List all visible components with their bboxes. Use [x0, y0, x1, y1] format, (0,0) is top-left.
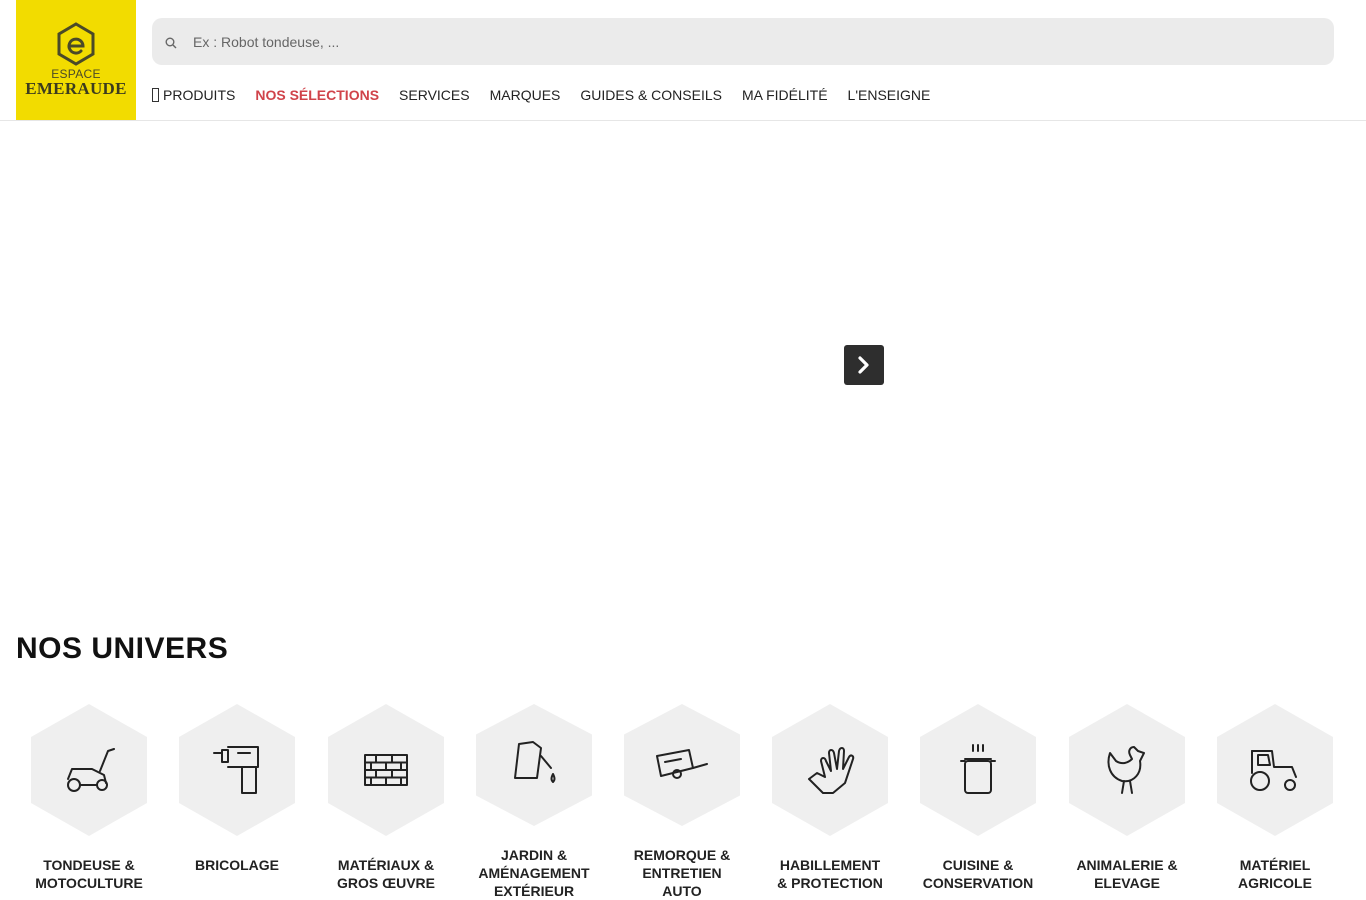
main-nav: PRODUITS NOS SÉLECTIONS SERVICES MARQUES…: [152, 85, 950, 105]
nav-item-enseigne[interactable]: L'ENSEIGNE: [848, 87, 931, 103]
label-line: & PROTECTION: [777, 875, 883, 891]
espace-emeraude-logo-icon: [57, 22, 95, 66]
label-line: JARDIN &: [500, 847, 568, 863]
search-bar: [152, 18, 1334, 65]
logo-text-emeraude: EMERAUDE: [25, 79, 127, 98]
hexagon-tile: [328, 704, 444, 836]
univers-label: CUISINE & CONSERVATION: [904, 856, 1052, 892]
nav-item-label: GUIDES & CONSEILS: [580, 87, 722, 103]
label-line: AMÉNAGEMENT: [478, 865, 590, 881]
label-line: ENTRETIEN: [642, 865, 722, 881]
hexagon-tile: [1217, 704, 1333, 836]
cooking-pot-icon: [960, 744, 996, 794]
logo[interactable]: ESPACE EMERAUDE: [16, 0, 136, 120]
univers-label: MATÉRIEL AGRICOLE: [1201, 856, 1349, 892]
hexagon-tile: [179, 704, 295, 836]
label-line: AUTO: [662, 883, 702, 899]
tractor-icon: [1250, 750, 1297, 791]
hexagon-tile: [476, 704, 592, 826]
univers-item-tondeuse[interactable]: TONDEUSE & MOTOCULTURE: [15, 704, 163, 900]
univers-label: JARDIN & AMÉNAGEMENT EXTÉRIEUR: [460, 846, 608, 900]
slider-next-button[interactable]: [844, 345, 884, 385]
label-line: ELEVAGE: [1094, 875, 1160, 891]
hexagon-tile: [31, 704, 147, 836]
label-line: MATÉRIAUX &: [337, 857, 435, 873]
label-line: BRICOLAGE: [195, 857, 279, 873]
nav-item-services[interactable]: SERVICES: [399, 87, 470, 103]
label-line: HABILLEMENT: [779, 857, 881, 873]
lawnmower-icon: [67, 748, 115, 792]
univers-item-cuisine[interactable]: CUISINE & CONSERVATION: [904, 704, 1052, 900]
label-line: CONSERVATION: [922, 875, 1034, 891]
label-line: AGRICOLE: [1238, 875, 1312, 891]
site-header: ESPACE EMERAUDE PRODUITS NOS SÉLECTIONS …: [0, 0, 1366, 121]
search-input[interactable]: [193, 26, 1293, 57]
menu-icon: [152, 88, 159, 102]
hen-icon: [1107, 746, 1145, 794]
nav-item-label: PRODUITS: [163, 87, 236, 103]
label-line: MATÉRIEL: [1239, 857, 1311, 873]
univers-item-materiel-agricole[interactable]: MATÉRIEL AGRICOLE: [1201, 704, 1349, 900]
nav-item-label: NOS SÉLECTIONS: [255, 87, 380, 103]
univers-label: REMORQUE & ENTRETIEN AUTO: [608, 846, 756, 900]
hexagon-tile: [1069, 704, 1185, 836]
nav-item-label: MARQUES: [489, 87, 561, 103]
nav-item-guides-conseils[interactable]: GUIDES & CONSEILS: [580, 87, 722, 103]
section-title: NOS UNIVERS: [16, 632, 229, 665]
univers-label: TONDEUSE & MOTOCULTURE: [15, 856, 163, 892]
label-line: EXTÉRIEUR: [493, 883, 575, 899]
univers-item-animalerie[interactable]: ANIMALERIE & ELEVAGE: [1053, 704, 1201, 900]
bricks-icon: [364, 754, 408, 786]
univers-label: HABILLEMENT & PROTECTION: [756, 856, 904, 892]
nav-item-ma-fidelite[interactable]: MA FIDÉLITÉ: [742, 87, 828, 103]
trailer-icon: [656, 749, 708, 779]
univers-item-bricolage[interactable]: BRICOLAGE: [163, 704, 311, 900]
label-line: ANIMALERIE &: [1076, 857, 1178, 873]
univers-label: MATÉRIAUX & GROS ŒUVRE: [312, 856, 460, 892]
nav-item-marques[interactable]: MARQUES: [490, 87, 561, 103]
hexagon-tile: [772, 704, 888, 836]
nav-item-produits[interactable]: PRODUITS: [152, 87, 235, 103]
univers-item-materiaux[interactable]: MATÉRIAUX & GROS ŒUVRE: [312, 704, 460, 900]
nav-item-label: L'ENSEIGNE: [847, 87, 931, 103]
drill-icon: [213, 746, 259, 794]
hexagon-tile: [624, 704, 740, 826]
label-line: TONDEUSE &: [43, 857, 135, 873]
hexagon-tile: [920, 704, 1036, 836]
nav-item-label: MA FIDÉLITÉ: [741, 87, 828, 103]
chevron-right-icon: [858, 356, 869, 374]
univers-list: TONDEUSE & MOTOCULTURE BRICOLAGE MATÉRIA…: [0, 704, 1366, 900]
nav-item-label: SERVICES: [399, 87, 470, 103]
label-line: CUISINE &: [942, 857, 1014, 873]
nav-item-nos-selections[interactable]: NOS SÉLECTIONS: [255, 87, 379, 103]
univers-item-jardin[interactable]: JARDIN & AMÉNAGEMENT EXTÉRIEUR: [460, 704, 608, 900]
search-icon[interactable]: [165, 36, 177, 48]
glove-icon: [808, 747, 855, 794]
univers-item-habillement[interactable]: HABILLEMENT & PROTECTION: [756, 704, 904, 900]
univers-item-remorque[interactable]: REMORQUE & ENTRETIEN AUTO: [608, 704, 756, 900]
label-line: REMORQUE &: [633, 847, 731, 863]
label-line: GROS ŒUVRE: [336, 875, 435, 891]
label-line: MOTOCULTURE: [35, 875, 143, 891]
univers-label: BRICOLAGE: [163, 856, 311, 874]
watering-can-icon: [514, 741, 556, 783]
univers-label: ANIMALERIE & ELEVAGE: [1053, 856, 1201, 892]
